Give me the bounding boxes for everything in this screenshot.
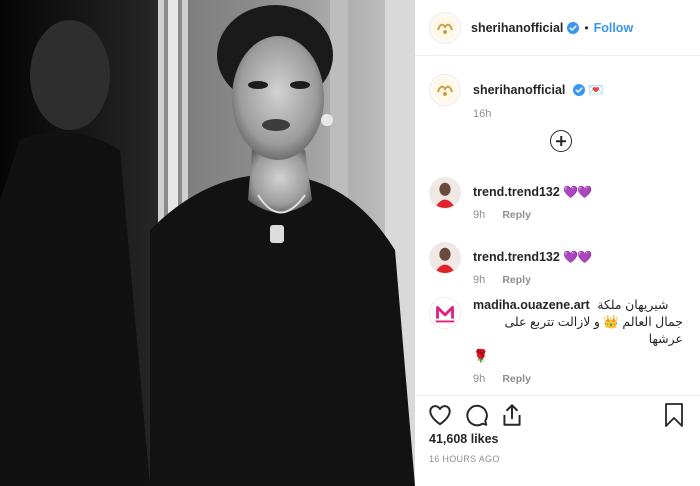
likes-count[interactable]: 41,608 likes — [429, 432, 499, 446]
commenter-avatar[interactable] — [429, 177, 461, 209]
comment-emoji: 💜💜 — [563, 185, 592, 199]
comment-time[interactable]: 9h — [473, 209, 485, 221]
caption-avatar[interactable] — [429, 74, 461, 106]
comment-username[interactable]: trend.trend132 — [473, 250, 560, 264]
caption-username[interactable]: sherihanofficial — [473, 83, 565, 97]
share-icon[interactable] — [499, 402, 525, 428]
verified-badge-icon — [567, 21, 580, 34]
user-photo-icon — [430, 243, 460, 273]
brand-logo-icon — [433, 15, 457, 40]
reply-button[interactable]: Reply — [502, 373, 531, 385]
comment-icon[interactable] — [463, 402, 489, 428]
separator-dot: • — [584, 20, 589, 35]
comment-item: madiha.ouazene.art شيريهان ملكة جمال الع… — [429, 297, 691, 385]
comment-meta: 9h Reply — [473, 274, 691, 286]
comment-text-line1: شيريهان ملكة — [597, 298, 669, 312]
comment-username[interactable]: madiha.ouazene.art — [473, 298, 590, 312]
commenter-avatar[interactable] — [429, 297, 461, 329]
bookmark-icon[interactable] — [662, 402, 686, 428]
post-actions: 41,608 likes 16 HOURS AGO — [415, 395, 700, 486]
verified-badge-icon — [572, 84, 585, 96]
art-logo-icon — [430, 298, 460, 328]
user-photo-icon — [430, 178, 460, 208]
author-username[interactable]: sherihanofficial — [471, 19, 563, 37]
reply-button[interactable]: Reply — [502, 274, 531, 286]
caption-text: sherihanofficial 💌 — [473, 82, 604, 106]
comment-meta: 9h Reply — [473, 209, 691, 221]
action-icons — [427, 402, 535, 428]
commenter-avatar[interactable] — [429, 242, 461, 274]
comment-time[interactable]: 9h — [473, 274, 485, 286]
comment-item: trend.trend132 💜💜 9h Reply — [429, 177, 691, 221]
comment-time[interactable]: 9h — [473, 373, 485, 385]
heart-icon[interactable] — [427, 402, 453, 428]
post-header: sherihanofficial • Follow — [415, 0, 700, 56]
comment-text-line2: جمال العالم 👑 و لازالت تتربع على عرشها — [504, 315, 683, 346]
brand-logo-icon — [433, 78, 457, 102]
comment-text: trend.trend132 💜💜 — [473, 184, 592, 209]
author-avatar[interactable] — [429, 11, 461, 44]
post-photo[interactable] — [0, 0, 415, 486]
caption: sherihanofficial 💌 16h — [429, 74, 691, 120]
comment-username[interactable]: trend.trend132 — [473, 185, 560, 199]
comment-text-line3: 🌹 — [473, 349, 489, 363]
comment-meta: 9h Reply — [473, 373, 691, 385]
caption-meta: 16h — [473, 108, 691, 120]
load-more-comments-button[interactable] — [550, 130, 572, 152]
caption-time[interactable]: 16h — [473, 108, 491, 120]
comment-text: trend.trend132 💜💜 — [473, 249, 592, 274]
reply-button[interactable]: Reply — [502, 209, 531, 221]
comment-emoji: 💜💜 — [563, 250, 592, 264]
post-sidebar: sherihanofficial • Follow sherihanoffici… — [415, 0, 700, 486]
portrait-illustration — [0, 0, 415, 486]
comments-list: sherihanofficial 💌 16h trend.trend132 💜💜… — [415, 57, 700, 394]
comment-text: madiha.ouazene.art شيريهان ملكة جمال الع… — [473, 297, 683, 365]
post-timestamp[interactable]: 16 HOURS AGO — [429, 454, 500, 464]
comment-item: trend.trend132 💜💜 9h Reply — [429, 242, 691, 286]
follow-button[interactable]: Follow — [594, 21, 634, 35]
caption-emoji: 💌 — [588, 83, 604, 97]
